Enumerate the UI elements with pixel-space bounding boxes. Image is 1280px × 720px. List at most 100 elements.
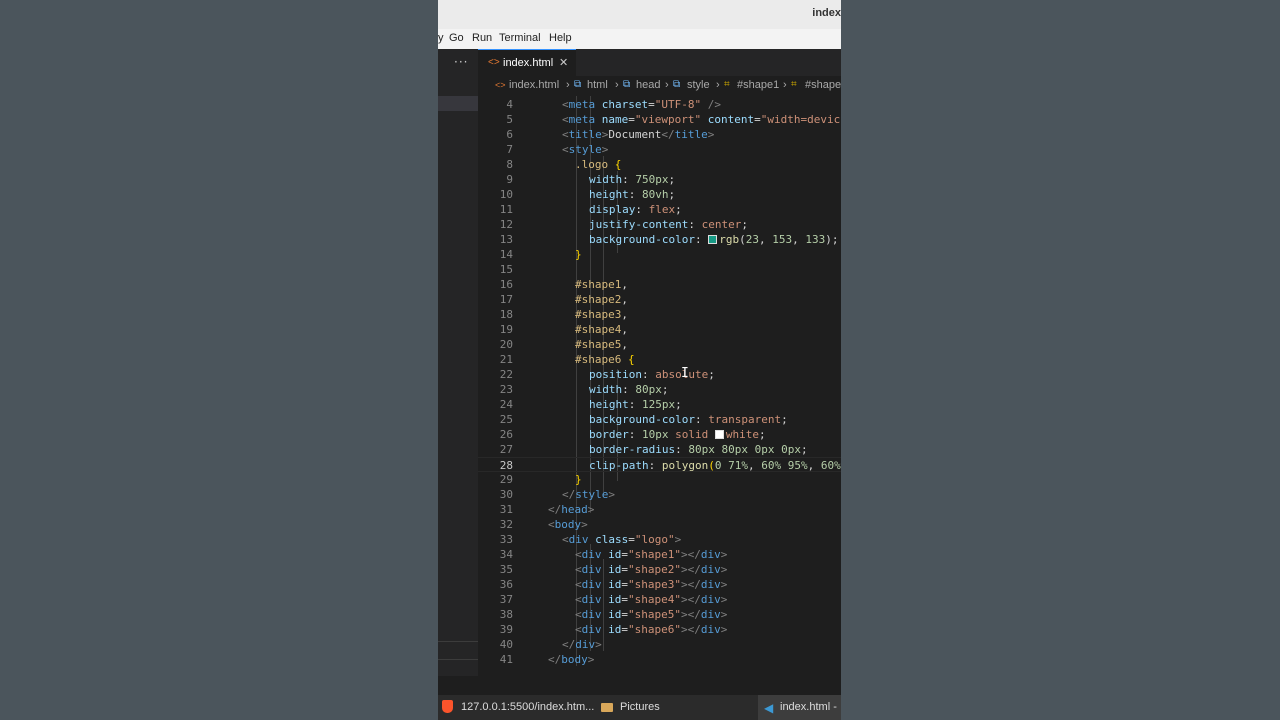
line-content: #shape4,: [575, 323, 628, 336]
html-file-icon: <>: [495, 80, 506, 90]
sidebar-divider: [438, 659, 478, 660]
text-cursor-icon: I: [681, 366, 689, 381]
code-line: 6 <title>Document</title>: [478, 127, 841, 142]
chevron-right-icon: ›: [716, 79, 720, 91]
code-line: 14}: [478, 247, 841, 262]
code-line: 17 #shape2,: [478, 292, 841, 307]
code-line: 38 <div id="shape5"></div>: [478, 607, 841, 622]
browser-icon: [442, 700, 453, 713]
code-line: 39 <div id="shape6"></div>: [478, 622, 841, 637]
color-swatch-icon[interactable]: [714, 430, 724, 439]
line-number: 35: [499, 563, 513, 576]
line-content: <meta name="viewport" content="width=dev…: [562, 113, 841, 126]
line-number: 23: [499, 383, 513, 396]
line-number: 12: [499, 218, 513, 231]
line-content: <div id="shape2"></div>: [575, 563, 728, 576]
line-content: <body>: [548, 518, 588, 531]
code-line: 26 border: 10px solid white;: [478, 427, 841, 442]
line-number: 6: [506, 128, 513, 141]
tabs-bar: <> index.html ✕: [478, 49, 841, 76]
line-number: 38: [499, 608, 513, 621]
selector-icon: ⌗: [724, 79, 730, 90]
line-number: 19: [499, 323, 513, 336]
line-content: display: flex;: [589, 203, 682, 216]
line-number: 5: [506, 113, 513, 126]
menu-item-terminal[interactable]: Terminal: [499, 32, 541, 44]
taskbar-editor[interactable]: ◀ index.html -: [758, 695, 841, 720]
menu-item-help[interactable]: Help: [549, 32, 572, 44]
breadcrumb-item-shape[interactable]: #shape: [805, 79, 841, 91]
code-line: 11 display: flex;: [478, 202, 841, 217]
code-line: 34 <div id="shape1"></div>: [478, 547, 841, 562]
breadcrumb-item-html[interactable]: html: [587, 79, 608, 91]
line-number: 31: [499, 503, 513, 516]
line-number: 17: [499, 293, 513, 306]
breadcrumb-item-style[interactable]: style: [687, 79, 710, 91]
line-content: background-color: transparent;: [589, 413, 788, 426]
breadcrumb-item-shape1[interactable]: #shape1: [737, 79, 779, 91]
chevron-right-icon: ›: [566, 79, 570, 91]
code-line: 19 #shape4,: [478, 322, 841, 337]
line-number: 24: [499, 398, 513, 411]
line-number: 16: [499, 278, 513, 291]
line-content: .logo {: [575, 158, 622, 171]
code-line: 16 #shape1,: [478, 277, 841, 292]
editor-window: index y Go Run Terminal Help ··· <> inde…: [438, 0, 841, 720]
line-content: }: [575, 248, 582, 261]
sidebar-divider: [438, 641, 478, 642]
line-content: <div id="shape5"></div>: [575, 608, 728, 621]
line-number: 26: [499, 428, 513, 441]
taskbar-files-label: Pictures: [620, 701, 660, 713]
tab-index-html[interactable]: <> index.html ✕: [478, 49, 576, 76]
line-content: #shape1,: [575, 278, 628, 291]
code-line: 33 <div class="logo">: [478, 532, 841, 547]
line-number: 11: [499, 203, 513, 216]
selector-icon: ⌗: [791, 79, 797, 90]
color-swatch-icon[interactable]: [708, 235, 718, 244]
selected-file-row[interactable]: [438, 96, 478, 111]
explorer-sidebar: ···: [438, 49, 478, 676]
code-line: 7 <style>: [478, 142, 841, 157]
menu-item-go[interactable]: Go: [449, 32, 464, 44]
code-line: 24 height: 125px;: [478, 397, 841, 412]
line-content: <div id="shape4"></div>: [575, 593, 728, 606]
line-number: 9: [506, 173, 513, 186]
chevron-right-icon: ›: [665, 79, 669, 91]
close-icon[interactable]: ✕: [559, 56, 568, 69]
breadcrumb-item-head[interactable]: head: [636, 79, 660, 91]
line-number: 13: [499, 233, 513, 246]
line-number: 30: [499, 488, 513, 501]
taskbar-files[interactable]: Pictures: [598, 695, 758, 720]
more-actions-icon[interactable]: ···: [454, 55, 468, 69]
code-line: 8 .logo {: [478, 157, 841, 172]
code-editor[interactable]: 4 <meta charset="UTF-8" /> 5 <meta name="v…: [478, 96, 841, 676]
code-line: 37 <div id="shape4"></div>: [478, 592, 841, 607]
code-line: 15: [478, 262, 841, 277]
breadcrumb-item-file[interactable]: index.html: [509, 79, 559, 91]
line-number: 40: [499, 638, 513, 651]
code-line: 35 <div id="shape2"></div>: [478, 562, 841, 577]
taskbar-browser-label: 127.0.0.1:5500/index.htm...: [461, 701, 595, 713]
breadcrumb: <> index.html › ⧉ html › ⧉ head › ⧉ styl…: [478, 76, 841, 95]
line-number: 21: [499, 353, 513, 366]
code-line: 25 background-color: transparent;: [478, 412, 841, 427]
line-content: border: 10px solid white;: [589, 428, 766, 441]
line-content: <div id="shape1"></div>: [575, 548, 728, 561]
menu-bar: y Go Run Terminal Help: [438, 29, 841, 49]
line-content: position: absolute;: [589, 368, 715, 381]
line-number: 8: [506, 158, 513, 171]
taskbar-browser[interactable]: 127.0.0.1:5500/index.htm...: [438, 695, 598, 720]
code-line: 40 </div>: [478, 637, 841, 652]
code-line: 31 </head>: [478, 502, 841, 517]
code-line: 12 justify-content: center;: [478, 217, 841, 232]
element-icon: ⧉: [673, 79, 681, 90]
code-line: 27 border-radius: 80px 80px 0px 0px;: [478, 442, 841, 457]
menu-item-run[interactable]: Run: [472, 32, 492, 44]
element-icon: ⧉: [574, 79, 582, 90]
line-content: justify-content: center;: [589, 218, 748, 231]
line-number: 14: [499, 248, 513, 261]
code-line: 29}: [478, 472, 841, 487]
taskbar-editor-label: index.html -: [780, 701, 837, 713]
line-content: width: 750px;: [589, 173, 676, 186]
line-content: #shape2,: [575, 293, 628, 306]
